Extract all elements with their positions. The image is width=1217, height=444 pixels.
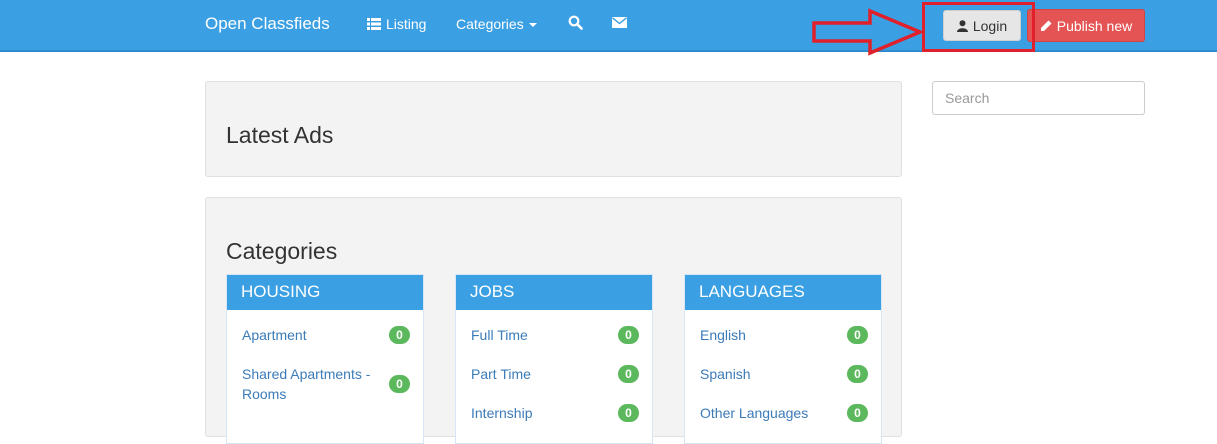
- count-badge: 0: [389, 326, 410, 344]
- category-item-label: Full Time: [471, 327, 528, 343]
- caret-down-icon: [528, 23, 537, 27]
- category-header-jobs[interactable]: JOBS: [456, 275, 652, 310]
- count-badge: 0: [847, 326, 868, 344]
- nav-contact-button[interactable]: [612, 17, 627, 28]
- category-item-label: Shared Apartments - Rooms: [242, 366, 371, 402]
- latest-ads-panel: Latest Ads: [205, 81, 902, 177]
- envelope-icon: [612, 17, 627, 28]
- category-item[interactable]: Apartment 0: [242, 325, 410, 345]
- category-item[interactable]: English 0: [700, 325, 868, 345]
- category-item-label: English: [700, 327, 746, 343]
- nav-categories-dropdown[interactable]: Categories: [456, 16, 537, 32]
- brand-link[interactable]: Open Classfieds: [205, 14, 330, 34]
- latest-ads-title: Latest Ads: [226, 122, 334, 148]
- list-icon: [367, 18, 381, 30]
- category-header-housing[interactable]: HOUSING: [227, 275, 423, 310]
- search-icon: [568, 15, 583, 30]
- nav-categories-label: Categories: [456, 16, 524, 32]
- categories-panel: Categories HOUSING Apartment 0 Shared Ap…: [205, 197, 902, 444]
- count-badge: 0: [847, 365, 868, 383]
- category-item-label: Internship: [471, 405, 533, 421]
- count-badge: 0: [389, 375, 410, 393]
- pencil-icon: [1040, 20, 1052, 31]
- search-input[interactable]: [932, 81, 1145, 115]
- category-item-label: Part Time: [471, 366, 531, 382]
- category-item-label: Apartment: [242, 327, 307, 343]
- categories-title: Categories: [226, 238, 338, 264]
- count-badge: 0: [618, 404, 639, 422]
- publish-new-button[interactable]: Publish new: [1027, 9, 1145, 42]
- category-item-label: Spanish: [700, 366, 751, 382]
- red-arrow-annotation: [812, 8, 924, 56]
- category-item[interactable]: Full Time 0: [471, 325, 639, 345]
- category-item[interactable]: Shared Apartments - Rooms 0: [242, 364, 410, 404]
- category-item[interactable]: Part Time 0: [471, 364, 639, 384]
- count-badge: 0: [618, 326, 639, 344]
- category-header-languages[interactable]: LANGUAGES: [685, 275, 881, 310]
- category-item[interactable]: Spanish 0: [700, 364, 868, 384]
- nav-listing-label: Listing: [386, 16, 427, 32]
- category-item[interactable]: Other Languages 0: [700, 403, 868, 423]
- count-badge: 0: [618, 365, 639, 383]
- category-item-label: Other Languages: [700, 405, 809, 421]
- nav-listing[interactable]: Listing: [367, 16, 426, 32]
- login-highlight-box: [922, 2, 1035, 52]
- count-badge: 0: [847, 404, 868, 422]
- publish-label: Publish new: [1056, 17, 1133, 34]
- category-card-languages: LANGUAGES English 0 Spanish 0 Other Lang…: [684, 274, 882, 444]
- nav-search-button[interactable]: [568, 15, 583, 30]
- category-card-jobs: JOBS Full Time 0 Part Time 0 Internship …: [455, 274, 653, 444]
- category-item[interactable]: Internship 0: [471, 403, 639, 423]
- category-card-housing: HOUSING Apartment 0 Shared Apartments - …: [226, 274, 424, 444]
